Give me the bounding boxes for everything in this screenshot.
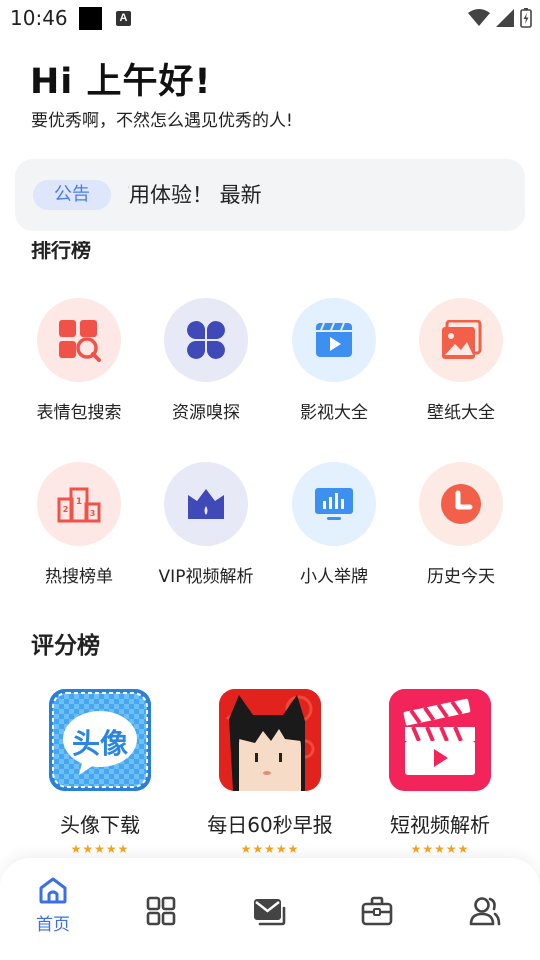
rating-stars: ★★★★★ [410, 842, 470, 856]
app-name: 头像下载 [60, 813, 140, 837]
notice-tag: 公告 [33, 180, 111, 210]
bottom-navigation: 首页 [0, 858, 540, 960]
mail-icon [254, 899, 286, 926]
toolbox-icon [361, 896, 393, 926]
feature-movies[interactable]: 影视大全 [269, 298, 399, 423]
short-video-app-icon [389, 689, 491, 791]
avatar-app-icon-text: 头像 [71, 727, 128, 760]
users-icon [469, 897, 501, 926]
app-name: 每日60秒早报 [207, 813, 333, 837]
sign-board-icon [292, 462, 376, 546]
feature-wallpaper[interactable]: 壁纸大全 [396, 298, 526, 423]
feature-label: VIP视频解析 [158, 567, 254, 587]
battery-icon [520, 8, 532, 28]
emoji-search-icon [37, 298, 121, 382]
feature-label: 资源嗅探 [172, 403, 240, 423]
rating-stars: ★★★★★ [70, 842, 130, 856]
app-short-video-parse[interactable]: 短视频解析 ★★★★★ [355, 689, 525, 856]
app-daily-60s-news[interactable]: 每日60秒早报 ★★★★★ [185, 689, 355, 856]
feature-history-today[interactable]: 历史今天 [396, 462, 526, 587]
nav-home[interactable]: 首页 [23, 876, 83, 935]
notice-text: 更新，给你带来更好的使用体验！ 最新 [128, 183, 262, 207]
app-avatar-download[interactable]: 头像 头像下载 ★★★★★ [15, 689, 185, 856]
wallpaper-image-icon [419, 298, 503, 382]
feature-emoji-search[interactable]: 表情包搜索 [14, 298, 144, 423]
movie-clapper-icon [292, 298, 376, 382]
feature-hot-search[interactable]: 1 2 3 热搜榜单 [14, 462, 144, 587]
ranking-title: 排行榜 [31, 241, 91, 262]
app-name: 短视频解析 [390, 813, 490, 837]
feature-vip-video[interactable]: VIP视频解析 [141, 462, 271, 587]
home-icon [39, 877, 67, 904]
greeting-subtitle: 要优秀啊，不然怎么遇见优秀的人! [31, 111, 293, 131]
wifi-icon [468, 9, 490, 26]
svg-text:1: 1 [76, 497, 82, 507]
nav-messages[interactable] [239, 896, 299, 926]
feature-label: 影视大全 [300, 403, 368, 423]
nav-toolbox[interactable] [347, 896, 407, 926]
status-time: 10:46 [10, 6, 68, 30]
greeting-title: Hi 上午好! [30, 62, 212, 102]
nav-home-label: 首页 [36, 915, 70, 935]
podium-icon: 1 2 3 [37, 462, 121, 546]
feature-resource-sniff[interactable]: 资源嗅探 [141, 298, 271, 423]
crown-icon [164, 462, 248, 546]
nav-profile[interactable] [455, 896, 515, 926]
feature-label: 壁纸大全 [427, 403, 495, 423]
score-section-title: 评分榜 [31, 633, 100, 659]
avatar-download-app-icon: 头像 [49, 689, 151, 791]
notification-icon [79, 7, 102, 30]
rating-stars: ★★★★★ [240, 842, 300, 856]
signal-icon [496, 9, 514, 27]
clock-icon [419, 462, 503, 546]
status-bar: 10:46 A [0, 0, 540, 36]
four-petal-icon [164, 298, 248, 382]
svg-text:3: 3 [90, 509, 96, 518]
feature-sign-holder[interactable]: 小人举牌 [269, 462, 399, 587]
feature-label: 历史今天 [427, 567, 495, 587]
daily-news-app-icon [219, 689, 321, 791]
notice-marquee: 更新，给你带来更好的使用体验！ 最新 [128, 159, 508, 231]
font-notification-icon: A [116, 11, 131, 26]
feature-label: 小人举牌 [300, 567, 368, 587]
notice-bar[interactable]: 公告 更新，给你带来更好的使用体验！ 最新 [15, 159, 525, 231]
grid-icon [146, 896, 176, 926]
svg-text:2: 2 [63, 505, 69, 514]
nav-categories[interactable] [131, 896, 191, 926]
status-indicators [468, 6, 532, 30]
feature-label: 热搜榜单 [45, 567, 113, 587]
feature-label: 表情包搜索 [36, 403, 122, 423]
